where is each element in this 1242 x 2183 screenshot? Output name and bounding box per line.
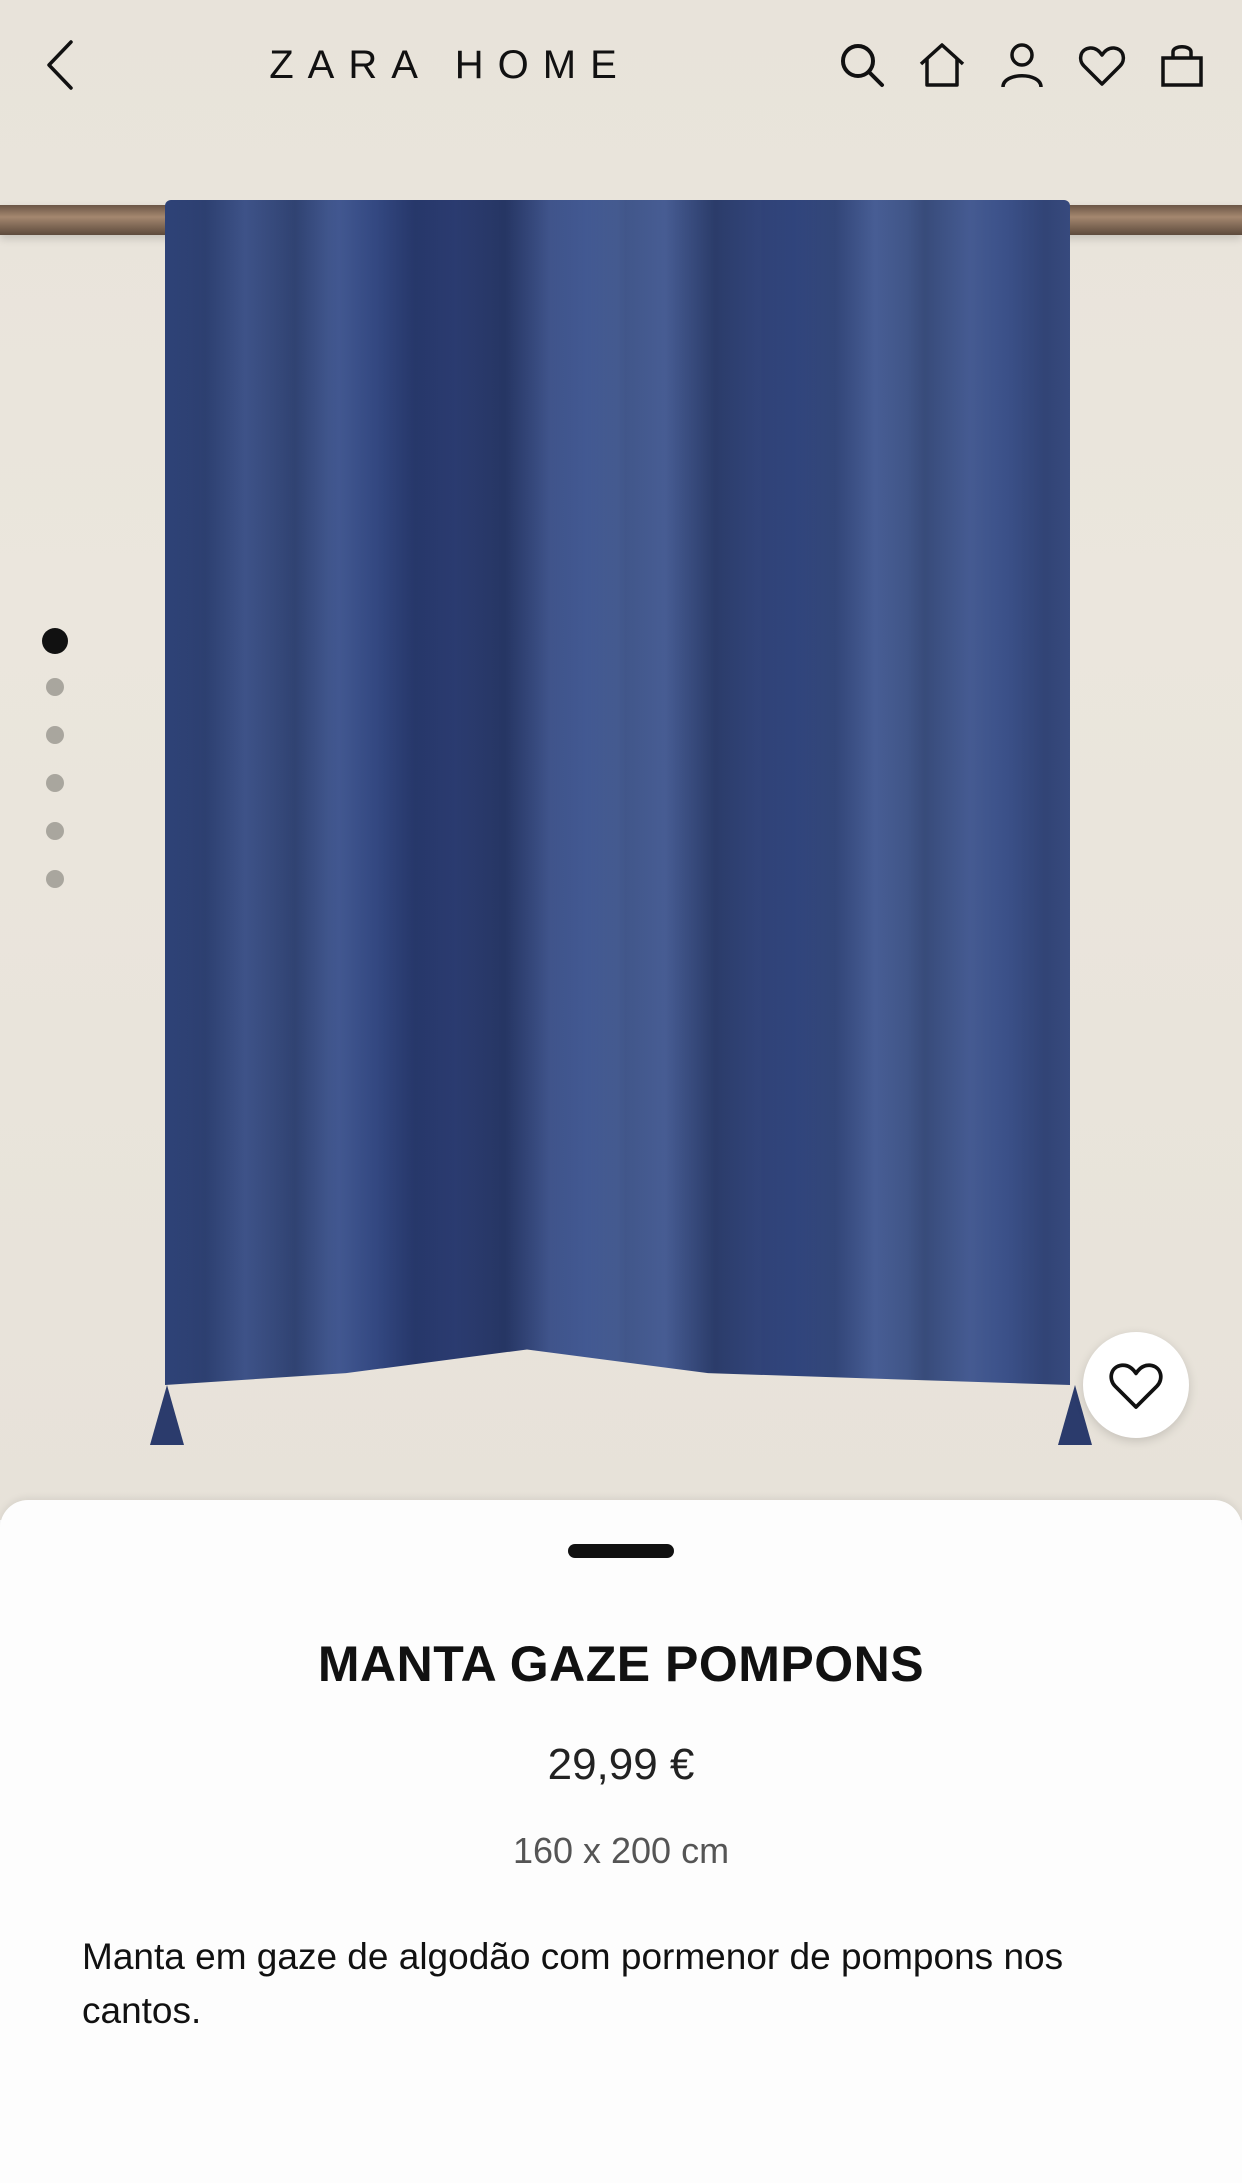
user-icon (1001, 43, 1043, 88)
product-price: 29,99 € (547, 1740, 695, 1789)
cart-button[interactable] (1152, 35, 1212, 95)
search-icon (841, 44, 884, 87)
product-title: MANTA GAZE POMPONS (317, 1636, 925, 1692)
pagination-dot[interactable] (46, 726, 64, 744)
home-icon (919, 43, 965, 87)
account-button[interactable] (992, 35, 1052, 95)
blanket-product (165, 200, 1070, 1385)
pagination-dot[interactable] (46, 774, 64, 792)
header-actions (832, 30, 1212, 100)
pagination-dot[interactable] (46, 870, 64, 888)
product-image[interactable] (0, 0, 1242, 1520)
back-button[interactable] (30, 30, 90, 100)
gallery-pagination (40, 628, 70, 918)
heart-icon (1078, 46, 1126, 86)
brand-logo[interactable]: ZARA HOME (220, 40, 680, 90)
pompon-left (150, 1385, 184, 1445)
heart-icon (1109, 1363, 1163, 1409)
product-info-sheet: MANTA GAZE POMPONS 29,99 € 160 x 200 cm … (0, 1500, 1242, 2183)
shopping-bag-icon (1161, 45, 1203, 87)
product-description: Manta em gaze de algodão com pormenor de… (82, 1936, 1064, 2031)
add-to-wishlist-button[interactable] (1083, 1332, 1189, 1438)
home-button[interactable] (912, 35, 972, 95)
search-button[interactable] (832, 35, 892, 95)
top-bar: ZARA HOME (0, 0, 1242, 130)
back-chevron-icon (47, 40, 73, 90)
wishlist-button[interactable] (1072, 35, 1132, 95)
sheet-drag-handle[interactable] (568, 1544, 674, 1558)
product-dimensions: 160 x 200 cm (512, 1830, 730, 1871)
pagination-dot[interactable] (46, 678, 64, 696)
pagination-dot[interactable] (46, 822, 64, 840)
pagination-dot-active[interactable] (42, 628, 68, 654)
